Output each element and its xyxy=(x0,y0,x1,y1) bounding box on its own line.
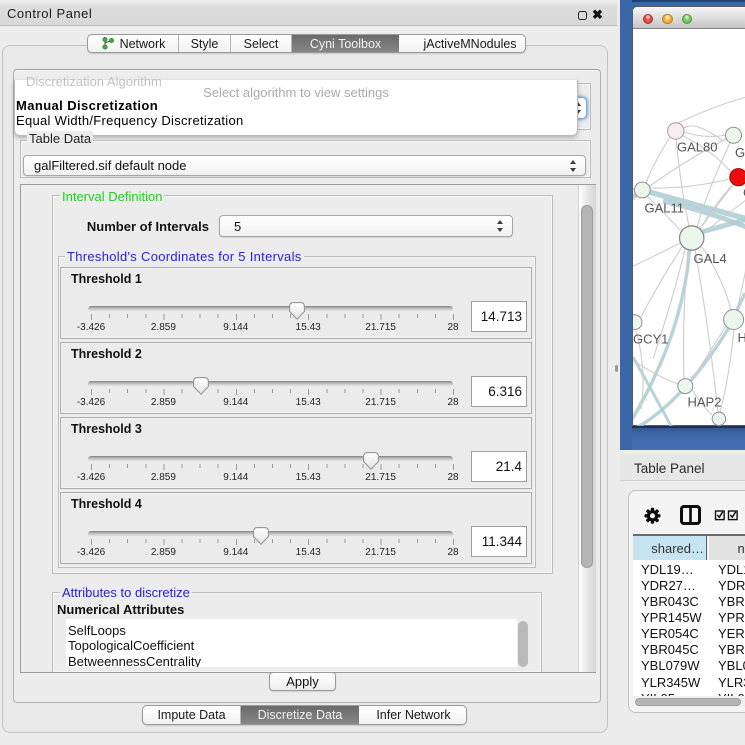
svg-text:GAL11: GAL11 xyxy=(645,201,685,216)
svg-text:GCY1: GCY1 xyxy=(633,332,668,347)
svg-text:GAL80: GAL80 xyxy=(677,140,717,155)
svg-text:HAP2: HAP2 xyxy=(688,395,722,410)
svg-text:GAL4: GAL4 xyxy=(694,251,727,266)
svg-text:GA: GA xyxy=(735,145,745,160)
svg-text:H: H xyxy=(738,330,745,345)
